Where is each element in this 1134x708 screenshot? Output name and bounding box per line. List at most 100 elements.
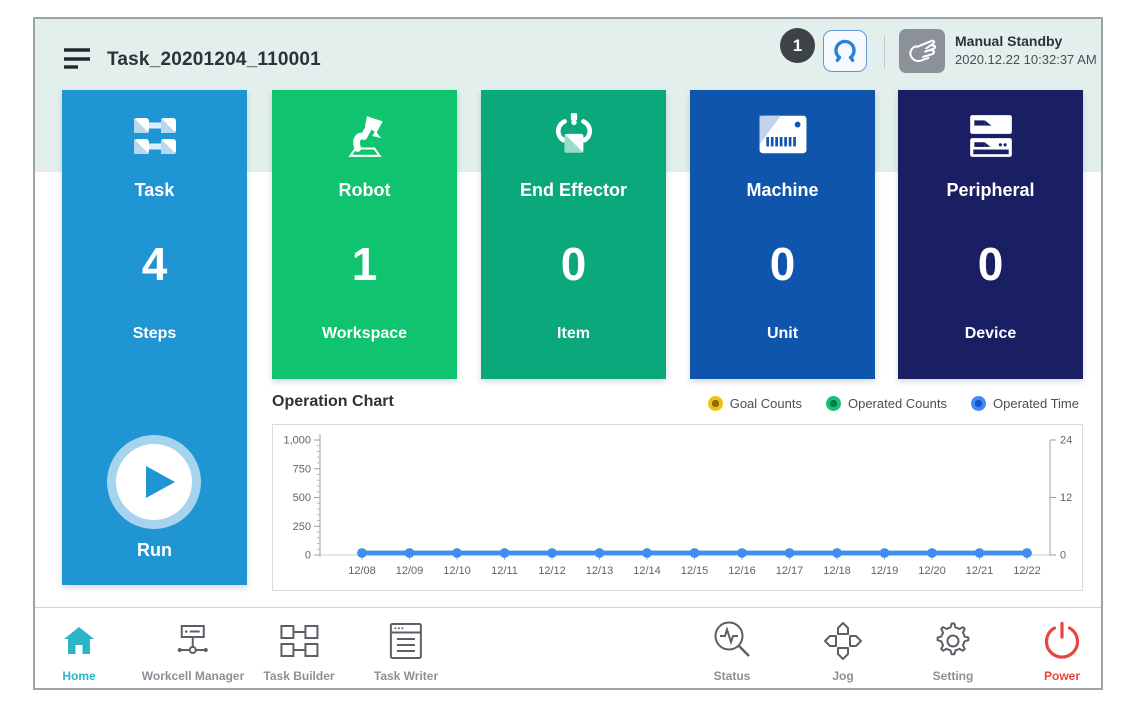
svg-text:0: 0: [305, 550, 311, 562]
end-effector-icon: [481, 110, 666, 162]
page-title: Task_20201204_110001: [107, 49, 321, 71]
nav-label: Workcell Manager: [142, 669, 244, 683]
card-unit: Item: [481, 325, 666, 349]
task-steps-icon: [62, 110, 247, 162]
card-value: 0: [481, 237, 666, 297]
legend-label: Operated Counts: [848, 396, 947, 411]
svg-text:250: 250: [293, 521, 311, 533]
svg-text:12/13: 12/13: [586, 565, 614, 577]
app-window: Task_20201204_110001 1 Manual Standby: [33, 17, 1103, 690]
svg-text:12/15: 12/15: [681, 565, 709, 577]
nav-item-workcell-manager[interactable]: Workcell Manager: [142, 620, 244, 683]
mode-label: Manual Standby: [955, 32, 1097, 51]
bottom-navigation: Home Workcell Manager: [35, 607, 1101, 688]
operation-chart-plot: 02505007501,00012/0812/0912/1012/1112/12…: [273, 425, 1082, 590]
operated-counts-dot-icon: [826, 396, 841, 411]
svg-text:500: 500: [293, 492, 311, 504]
card-unit: Steps: [62, 325, 247, 349]
run-button-circle: [116, 444, 192, 520]
legend-operated-counts: Operated Counts: [826, 396, 947, 411]
svg-text:0: 0: [1060, 550, 1066, 562]
machine-card[interactable]: Machine 0 Unit: [690, 90, 875, 379]
end-effector-card[interactable]: End Effector 0 Item: [481, 90, 666, 379]
card-value: 0: [898, 237, 1083, 297]
svg-text:1,000: 1,000: [283, 435, 311, 447]
svg-text:12/14: 12/14: [633, 565, 661, 577]
svg-text:12: 12: [1060, 492, 1072, 504]
nav-item-setting[interactable]: Setting: [930, 620, 976, 683]
robot-card[interactable]: Robot 1 Workspace: [272, 90, 457, 379]
legend-label: Goal Counts: [730, 396, 802, 411]
svg-text:12/20: 12/20: [918, 565, 946, 577]
card-unit: Workspace: [272, 325, 457, 349]
robot-mode-status: Manual Standby 2020.12.22 10:32:37 AM: [955, 32, 1097, 69]
nav-label: Power: [1044, 669, 1080, 683]
nav-item-task-writer[interactable]: Task Writer: [374, 620, 438, 683]
svg-text:12/09: 12/09: [396, 565, 424, 577]
nav-label: Jog: [832, 669, 853, 683]
run-button[interactable]: [107, 435, 201, 529]
peripheral-icon: [898, 110, 1083, 162]
setting-icon: [930, 618, 976, 664]
header-divider: [884, 35, 885, 69]
card-label: Machine: [690, 180, 875, 204]
task-writer-icon: [388, 621, 424, 661]
nav-label: Status: [714, 669, 751, 683]
nav-label: Task Writer: [374, 669, 438, 683]
nav-item-home[interactable]: Home: [62, 620, 96, 683]
svg-text:12/08: 12/08: [348, 565, 376, 577]
card-value: 0: [690, 237, 875, 297]
svg-text:12/18: 12/18: [823, 565, 851, 577]
nav-item-status[interactable]: Status: [709, 620, 755, 683]
chart-legend: Goal Counts Operated Counts Operated Tim…: [708, 396, 1079, 411]
jog-icon: [820, 618, 866, 664]
operated-time-dot-icon: [971, 396, 986, 411]
svg-text:12/12: 12/12: [538, 565, 566, 577]
legend-label: Operated Time: [993, 396, 1079, 411]
card-unit: Unit: [690, 325, 875, 349]
svg-text:12/16: 12/16: [728, 565, 756, 577]
operation-chart-title: Operation Chart: [272, 393, 394, 411]
peripheral-card[interactable]: Peripheral 0 Device: [898, 90, 1083, 379]
annotation-badge: 1: [780, 28, 815, 63]
hamburger-icon: [61, 45, 93, 73]
gripper-icon: [831, 37, 859, 65]
svg-text:12/17: 12/17: [776, 565, 804, 577]
nav-item-jog[interactable]: Jog: [820, 620, 866, 683]
hamburger-menu-button[interactable]: [61, 45, 93, 73]
hand-icon: [906, 37, 938, 65]
operation-chart: 02505007501,00012/0812/0912/1012/1112/12…: [272, 424, 1083, 591]
screen: Task_20201204_110001 1 Manual Standby: [0, 0, 1134, 708]
mode-timestamp: 2020.12.22 10:32:37 AM: [955, 51, 1097, 69]
status-icon: [709, 618, 755, 664]
nav-label: Task Builder: [263, 669, 334, 683]
legend-goal-counts: Goal Counts: [708, 396, 802, 411]
task-builder-icon: [279, 624, 319, 658]
machine-icon: [690, 110, 875, 162]
card-label: Task: [62, 180, 247, 204]
svg-text:24: 24: [1060, 435, 1072, 447]
nav-item-task-builder[interactable]: Task Builder: [263, 620, 334, 683]
card-value: 4: [62, 237, 247, 297]
svg-text:12/11: 12/11: [491, 565, 518, 577]
power-icon: [1040, 619, 1084, 663]
workcell-manager-icon: [173, 621, 213, 661]
play-icon: [117, 445, 191, 519]
legend-operated-time: Operated Time: [971, 396, 1079, 411]
svg-text:12/21: 12/21: [966, 565, 994, 577]
card-unit: Device: [898, 325, 1083, 349]
card-label: End Effector: [481, 180, 666, 204]
card-label: Robot: [272, 180, 457, 204]
nav-item-power[interactable]: Power: [1040, 620, 1084, 683]
card-value: 1: [272, 237, 457, 297]
robot-arm-icon: [272, 110, 457, 162]
nav-label: Setting: [933, 669, 974, 683]
manual-mode-indicator[interactable]: [899, 29, 945, 73]
card-label: Peripheral: [898, 180, 1083, 204]
run-button-label: Run: [62, 540, 247, 561]
servo-gripper-button[interactable]: [823, 30, 867, 72]
task-card[interactable]: Task 4 Steps Run: [62, 90, 247, 585]
goal-counts-dot-icon: [708, 396, 723, 411]
nav-label: Home: [62, 669, 95, 683]
svg-text:12/10: 12/10: [443, 565, 471, 577]
